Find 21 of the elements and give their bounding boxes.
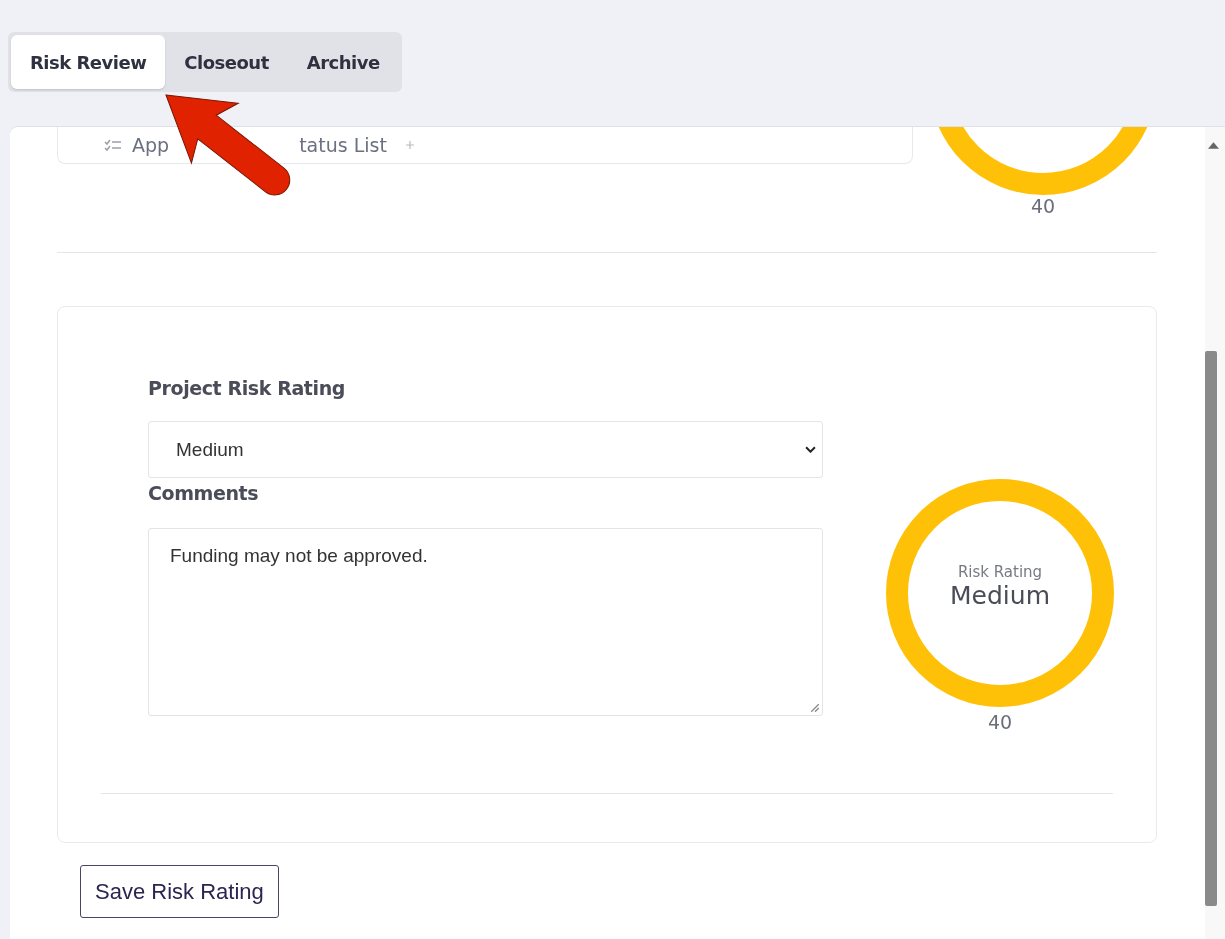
- scroll-up-icon[interactable]: [1208, 142, 1219, 149]
- gauge-title: Risk Rating: [957, 562, 1043, 581]
- tab[interactable]: Risk Review: [11, 35, 166, 89]
- resize-handle-icon[interactable]: [810, 703, 820, 713]
- scrollbar[interactable]: [1205, 127, 1225, 939]
- gauge-value: 40: [1030, 195, 1056, 217]
- save-button[interactable]: Save Risk Rating: [80, 865, 279, 918]
- list-label: tatus List: [299, 134, 387, 156]
- field-label: Comments: [148, 482, 260, 504]
- plus-icon: [404, 140, 415, 150]
- rating-select[interactable]: Medium: [148, 421, 823, 478]
- comments-field[interactable]: Funding may not be approved.: [148, 528, 823, 716]
- gauge-rating: Medium: [950, 580, 1050, 610]
- tab[interactable]: Closeout: [165, 35, 288, 89]
- list-icon: [102, 138, 124, 152]
- tab[interactable]: Archive: [287, 35, 399, 89]
- gauge-value: 40: [987, 711, 1013, 733]
- scroll-thumb[interactable]: [1205, 351, 1217, 906]
- field-label: Project Risk Rating: [148, 377, 346, 399]
- list-label: App: [132, 134, 170, 156]
- chevron-icon: [805, 446, 816, 453]
